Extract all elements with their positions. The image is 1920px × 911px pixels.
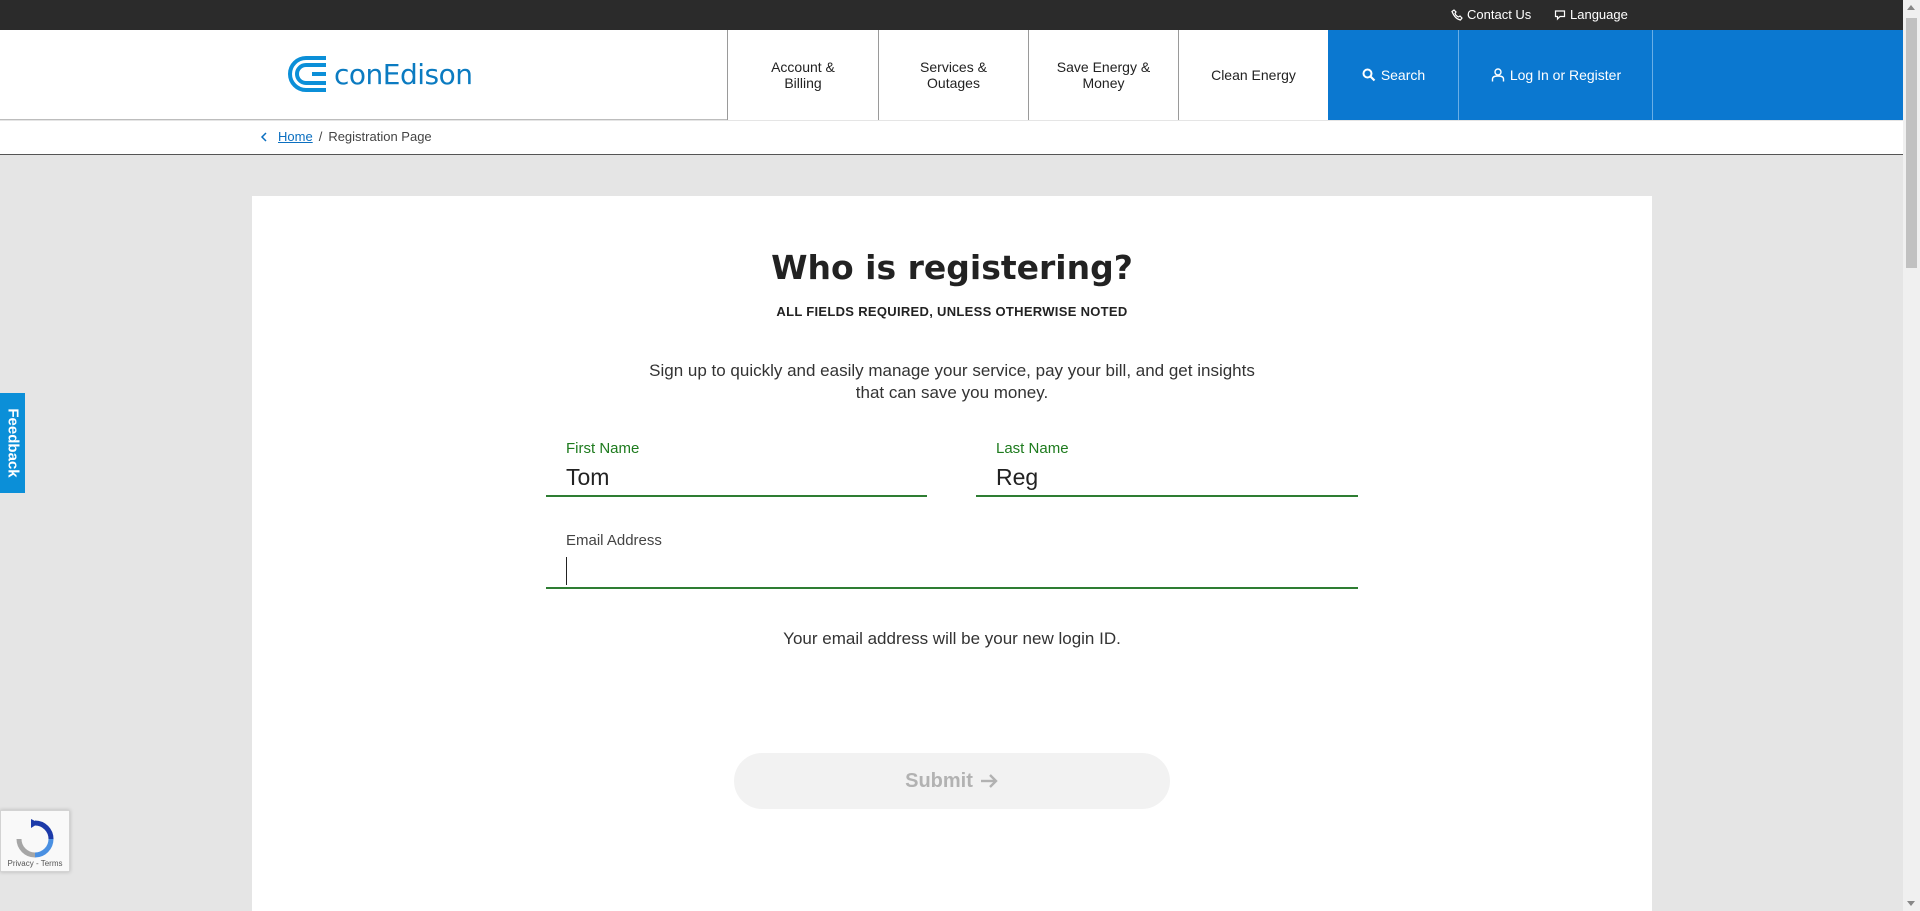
last-name-field[interactable]: Last Name Reg [976, 440, 1358, 497]
first-name-underline [546, 495, 927, 497]
login-label: Log In or Register [1509, 67, 1622, 83]
last-name-underline [976, 495, 1358, 497]
first-name-input[interactable]: Tom [546, 461, 927, 493]
nav-save-energy-money[interactable]: Save Energy & Money [1028, 30, 1178, 120]
search-icon [1362, 68, 1376, 82]
nav-label-line1: Services & [920, 59, 987, 75]
nav-label-line1: Save Energy & [1056, 59, 1151, 75]
recaptcha-terms[interactable]: Privacy - Terms [1, 859, 69, 868]
nav-label-line2: Outages [927, 75, 980, 91]
feedback-label: Feedback [4, 408, 21, 478]
login-register-button[interactable]: Log In or Register [1459, 30, 1652, 120]
language-bubble-icon [1554, 9, 1566, 20]
arrow-right-icon [980, 774, 998, 788]
breadcrumb-home-link[interactable]: Home [278, 129, 313, 144]
page-scrollbar[interactable] [1903, 0, 1920, 911]
nav-save-energy-money-label: Save Energy & Money [1049, 59, 1159, 91]
contact-us-link[interactable]: Contact Us [1451, 7, 1531, 22]
first-name-field[interactable]: First Name Tom [546, 440, 927, 497]
scroll-thumb[interactable] [1906, 18, 1917, 268]
breadcrumb-bar: Home / Registration Page [0, 121, 1903, 155]
utility-bar: Contact Us Language [0, 0, 1903, 30]
email-field[interactable]: Email Address [546, 532, 1358, 589]
main-header: conEdison Account & Billing Services & Out… [0, 30, 1903, 120]
language-link[interactable]: Language [1554, 7, 1628, 22]
header-blue-fill [1653, 30, 1903, 120]
last-name-label: Last Name [996, 440, 1069, 457]
scroll-up-arrow[interactable] [1907, 5, 1915, 10]
nav-account-billing-label: Account & Billing [748, 59, 858, 91]
conedison-logo[interactable]: conEdison [286, 54, 473, 94]
nav-clean-energy-label: Clean Energy [1211, 67, 1296, 83]
first-name-label: First Name [566, 440, 640, 457]
registration-card: Who is registering? ALL FIELDS REQUIRED,… [252, 196, 1652, 911]
submit-button[interactable]: Submit [734, 753, 1170, 809]
required-note: ALL FIELDS REQUIRED, UNLESS OTHERWISE NO… [776, 304, 1128, 319]
breadcrumb-current: Registration Page [328, 129, 432, 144]
scroll-down-arrow[interactable] [1907, 901, 1915, 906]
search-label: Search [1380, 67, 1426, 83]
text-cursor [566, 556, 567, 585]
nav-clean-energy[interactable]: Clean Energy [1178, 30, 1328, 120]
recaptcha-badge[interactable]: Privacy - Terms [0, 810, 70, 872]
feedback-tab[interactable]: Feedback [0, 393, 25, 493]
email-input[interactable] [546, 553, 1358, 585]
conedison-logo-icon [288, 56, 326, 92]
nav-account-billing[interactable]: Account & Billing [727, 30, 878, 120]
nav-services-outages-label: Services & Outages [899, 59, 1009, 91]
last-name-input[interactable]: Reg [976, 461, 1358, 493]
nav-label-line1: Account & [771, 59, 835, 75]
nav-label-line2: Billing [784, 75, 822, 91]
breadcrumb: Home / Registration Page [260, 129, 432, 144]
logo-text: conEdison [334, 57, 473, 91]
nav-services-outages[interactable]: Services & Outages [878, 30, 1028, 120]
search-button-inner: Search [1362, 67, 1425, 83]
chevron-left-icon [260, 131, 267, 142]
nav-label-line2: Money [1082, 75, 1125, 91]
language-label: Language [1570, 7, 1628, 22]
page-title: Who is registering? [771, 248, 1133, 287]
user-icon [1491, 68, 1505, 82]
search-button[interactable]: Search [1328, 30, 1458, 120]
email-underline [546, 587, 1358, 589]
submit-label: Submit [905, 769, 973, 792]
email-label: Email Address [566, 532, 662, 549]
contact-us-label: Contact Us [1467, 7, 1532, 22]
login-button-inner: Log In or Register [1491, 67, 1621, 83]
recaptcha-icon [16, 819, 54, 858]
phone-icon [1451, 8, 1463, 21]
breadcrumb-separator: / [318, 129, 323, 144]
intro-text: Sign up to quickly and easily manage you… [649, 361, 1255, 402]
email-helper-text: Your email address will be your new logi… [783, 629, 1121, 648]
